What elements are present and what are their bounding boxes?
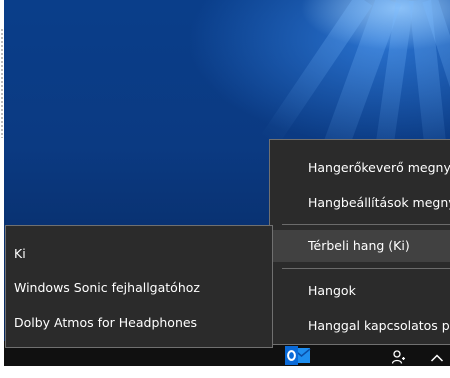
menu-item-spatial-sound[interactable]: Térbeli hang (Ki): [270, 230, 450, 262]
outlook-icon[interactable]: [284, 345, 312, 366]
submenu-item-dolby-atmos[interactable]: Dolby Atmos for Headphones: [6, 307, 272, 339]
submenu-item-windows-sonic[interactable]: Windows Sonic fejhallgatóhoz: [6, 272, 272, 304]
menu-item-troubleshoot[interactable]: Hanggal kapcsolatos problémák elhárítása: [270, 310, 450, 342]
menu-separator: [282, 224, 450, 225]
menu-separator: [282, 268, 450, 269]
menu-item-volume-mixer[interactable]: Hangerőkeverő megnyitása: [270, 152, 450, 184]
people-icon[interactable]: [391, 349, 406, 364]
submenu-item-off[interactable]: Ki: [6, 238, 272, 270]
menu-item-sound-settings[interactable]: Hangbeállítások megnyitása: [270, 187, 450, 219]
chevron-up-icon[interactable]: [430, 349, 444, 362]
menu-item-sounds[interactable]: Hangok: [270, 275, 450, 307]
window-edge-grip: [0, 28, 4, 138]
spatial-sound-submenu: Ki Windows Sonic fejhallgatóhoz Dolby At…: [5, 225, 273, 348]
sound-context-menu: Hangerőkeverő megnyitása Hangbeállítások…: [269, 139, 450, 345]
